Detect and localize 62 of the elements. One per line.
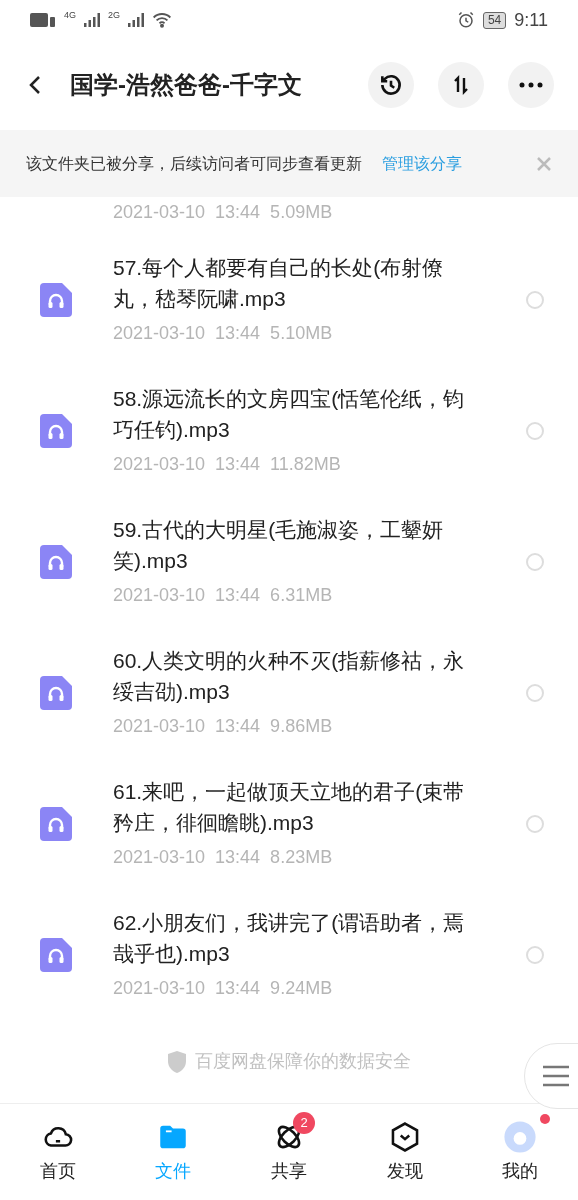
- alarm-icon: [456, 11, 475, 29]
- wifi-icon: [152, 12, 173, 28]
- battery-indicator: 54: [482, 11, 507, 29]
- select-radio[interactable]: [526, 814, 544, 833]
- select-radio[interactable]: [526, 290, 544, 309]
- file-row[interactable]: 61.来吧，一起做顶天立地的君子(束带矜庄，徘徊瞻眺).mp3 2021-03-10 13:44 8.23MB: [0, 758, 578, 889]
- select-radio[interactable]: [526, 683, 544, 702]
- file-meta: 2021-03-10 13:44 5.10MB: [113, 322, 334, 345]
- file-meta: 2021-03-10 13:44 9.24MB: [113, 977, 334, 1000]
- select-radio[interactable]: [526, 552, 544, 571]
- tab-label: 发现: [386, 1159, 423, 1183]
- security-note: 百度网盘保障你的数据安全: [195, 1050, 411, 1073]
- select-radio[interactable]: [526, 945, 544, 964]
- more-icon: [519, 82, 543, 88]
- tab-label: 共享: [271, 1159, 307, 1183]
- history-button[interactable]: [368, 62, 414, 108]
- file-meta: 2021-03-10 13:44 5.09MB: [113, 202, 333, 222]
- sort-button[interactable]: [438, 62, 484, 108]
- more-button[interactable]: [508, 62, 554, 108]
- signal-icon: [84, 13, 100, 27]
- tab-label: 首页: [39, 1159, 76, 1183]
- clock-time: 9:11: [514, 8, 548, 32]
- tab-label: 文件: [155, 1159, 192, 1183]
- file-name: 59.古代的大明星(毛施淑姿，工颦妍笑).mp3: [113, 517, 445, 574]
- audio-file-icon: [40, 544, 72, 579]
- file-name: 57.每个人都要有自己的长处(布射僚丸，嵇琴阮啸.mp3: [113, 255, 445, 312]
- file-row[interactable]: 58.源远流长的文房四宝(恬笔伦纸，钧巧任钓).mp3 2021-03-10 13:44 11.82MB: [0, 365, 578, 496]
- audio-file-icon: [40, 937, 72, 972]
- tab-label: 我的: [502, 1159, 539, 1183]
- network-label: 2G: [108, 9, 121, 23]
- audio-file-icon: [40, 806, 72, 841]
- audio-file-icon: [40, 675, 72, 710]
- notification-badge: 2: [293, 1112, 316, 1134]
- file-row[interactable]: 59.古代的大明星(毛施淑姿，工颦妍笑).mp3 2021-03-10 13:44 6.31MB: [0, 496, 578, 627]
- file-meta: 2021-03-10 13:44 6.31MB: [113, 584, 334, 607]
- menu-icon: [543, 1065, 569, 1087]
- audio-file-icon: [40, 413, 72, 448]
- folder-title: 国学-浩然爸爸-千字文: [70, 70, 303, 100]
- avatar-icon: [503, 1119, 538, 1154]
- file-meta: 2021-03-10 13:44 9.86MB: [113, 715, 334, 738]
- nav-tab[interactable]: 2 共享: [231, 1104, 347, 1200]
- file-name: 62.小朋友们，我讲完了(谓语助者，焉哉乎也).mp3: [113, 910, 466, 967]
- network-label: 4G: [64, 9, 76, 23]
- floating-menu-button[interactable]: [524, 1043, 578, 1109]
- file-meta: 2021-03-10 13:44 11.82MB: [113, 453, 342, 476]
- banner-text: 该文件夹已被分享，后续访问者可同步查看更新: [26, 153, 362, 174]
- audio-file-icon: [40, 282, 72, 317]
- file-name: 61.来吧，一起做顶天立地的君子(束带矜庄，徘徊瞻眺).mp3: [113, 779, 466, 836]
- signal-icon: [128, 13, 145, 27]
- file-name: 60.人类文明的火种不灭(指薪修祜，永绥吉劭).mp3: [113, 648, 466, 705]
- close-icon[interactable]: [536, 155, 552, 172]
- nav-tab[interactable]: 我的: [462, 1104, 578, 1200]
- file-meta: 2021-03-10 13:44 8.23MB: [113, 846, 334, 869]
- select-radio[interactable]: [526, 421, 544, 440]
- file-name: 58.源远流长的文房四宝(恬笔伦纸，钧巧任钓).mp3: [113, 386, 466, 443]
- history-icon: [378, 72, 404, 98]
- nav-tab[interactable]: 首页: [0, 1104, 116, 1200]
- file-row[interactable]: 60.人类文明的火种不灭(指薪修祜，永绥吉劭).mp3 2021-03-10 13:44 9.86MB: [0, 627, 578, 758]
- file-row[interactable]: 57.每个人都要有自己的长处(布射僚丸，嵇琴阮啸.mp3 2021-03-10 13:44 5.10MB: [0, 234, 578, 365]
- shield-icon: [167, 1050, 187, 1073]
- file-row[interactable]: 62.小朋友们，我讲完了(谓语助者，焉哉乎也).mp3 2021-03-10 13:44 9.24MB: [0, 889, 578, 1020]
- nav-tab[interactable]: 发现: [346, 1104, 463, 1200]
